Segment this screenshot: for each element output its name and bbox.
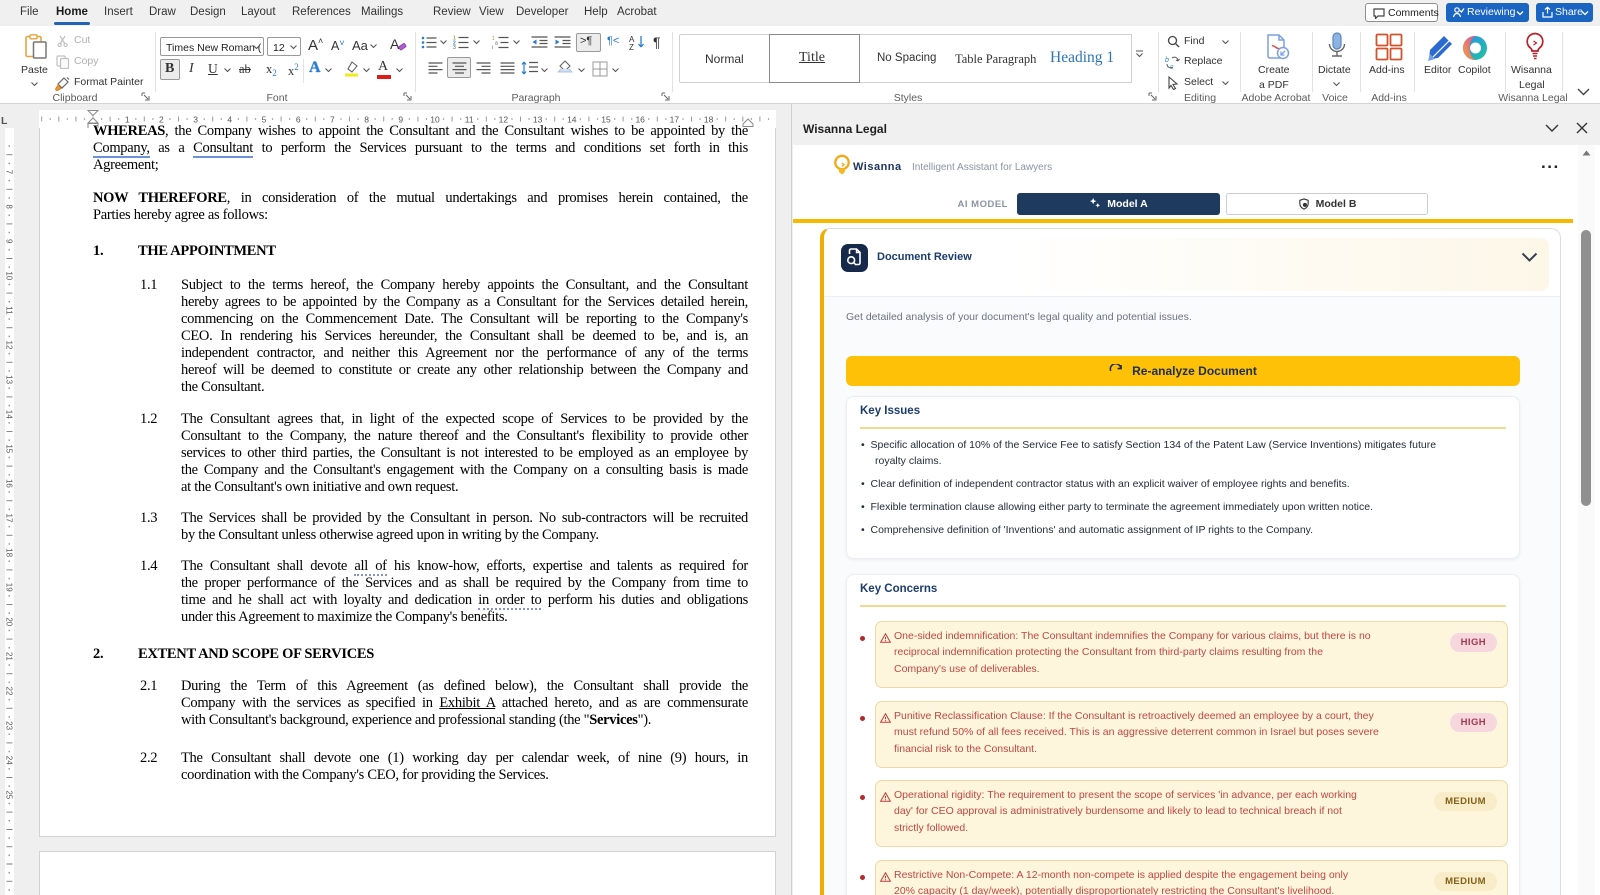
svg-text:3: 3: [453, 45, 456, 49]
svg-text:24: 24: [5, 756, 14, 765]
svg-text:19: 19: [5, 583, 14, 592]
svg-text:11: 11: [5, 306, 14, 315]
svg-text:8: 8: [5, 204, 14, 209]
svg-text:7: 7: [5, 170, 14, 175]
svg-text:21: 21: [5, 652, 14, 661]
svg-text:12: 12: [5, 341, 14, 350]
svg-text:18: 18: [5, 548, 14, 557]
svg-text:Z: Z: [629, 43, 634, 50]
svg-text:i: i: [492, 45, 493, 49]
svg-text:9: 9: [5, 239, 14, 244]
svg-text:14: 14: [5, 410, 14, 419]
svg-text:22: 22: [5, 687, 14, 696]
svg-text:25: 25: [5, 790, 14, 799]
svg-text:15: 15: [5, 444, 14, 453]
svg-text:17: 17: [5, 514, 14, 523]
svg-text:b: b: [1165, 57, 1169, 64]
svg-text:16: 16: [5, 479, 14, 488]
svg-text:10: 10: [5, 271, 14, 280]
svg-text:23: 23: [5, 721, 14, 730]
svg-text:13: 13: [5, 375, 14, 384]
svg-text:a: a: [495, 41, 498, 47]
svg-text:20: 20: [5, 617, 14, 626]
